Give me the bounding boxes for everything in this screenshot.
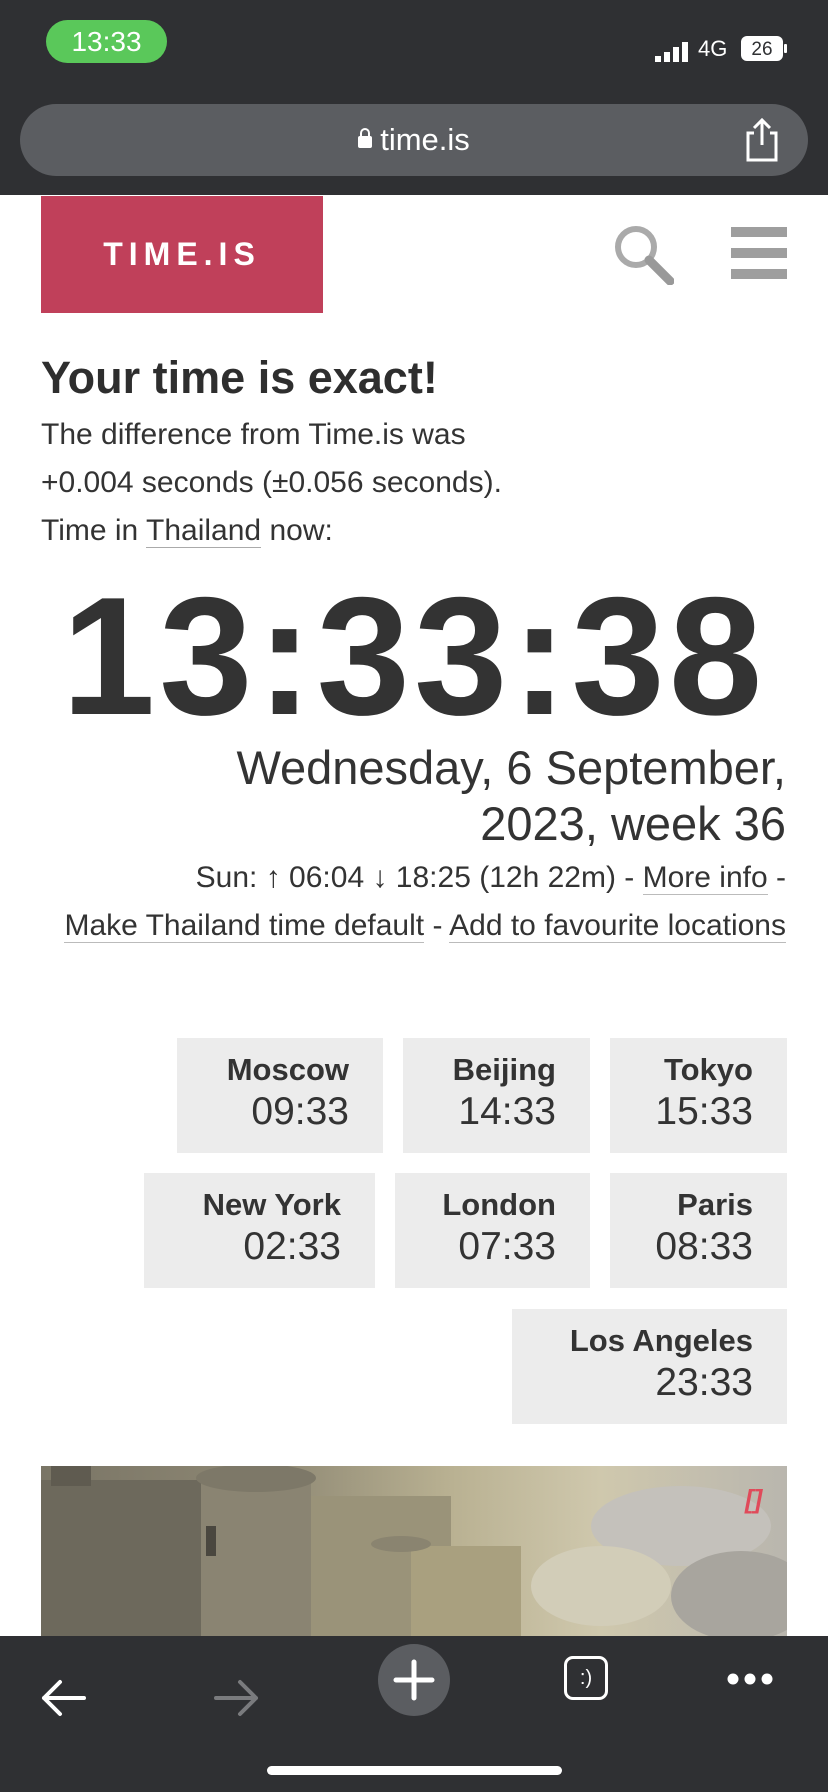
city-time: 14:33 xyxy=(458,1090,556,1133)
url-display[interactable]: time.is xyxy=(20,104,808,176)
more-options-icon[interactable] xyxy=(726,1672,774,1686)
separator: - xyxy=(767,861,786,894)
site-logo[interactable]: TIME.IS xyxy=(41,196,323,313)
share-icon[interactable] xyxy=(742,117,782,163)
sync-info: The difference from Time.is was +0.004 s… xyxy=(41,411,761,555)
diff-line-2: +0.004 seconds (±0.056 seconds). xyxy=(41,466,502,499)
forward-arrow-icon[interactable] xyxy=(214,1678,260,1718)
featured-painting[interactable] xyxy=(41,1466,787,1636)
add-favourite-link[interactable]: Add to favourite locations xyxy=(449,909,786,943)
separator: - xyxy=(424,909,450,942)
city-time: 07:33 xyxy=(458,1225,556,1268)
home-indicator xyxy=(267,1766,562,1775)
city-clock-london[interactable]: London 07:33 xyxy=(395,1173,590,1288)
image-info-badge[interactable]: [] xyxy=(745,1484,762,1515)
signal-icon xyxy=(655,42,688,62)
network-type: 4G xyxy=(698,36,728,61)
date-display: Wednesday, 6 September, 2023, week 36 xyxy=(46,740,786,852)
city-clock-tokyo[interactable]: Tokyo 15:33 xyxy=(610,1038,787,1153)
make-default-link[interactable]: Make Thailand time default xyxy=(64,909,425,943)
city-time: 23:33 xyxy=(655,1361,753,1404)
time-in-prefix: Time in xyxy=(41,514,147,547)
more-info-link[interactable]: More info xyxy=(642,861,768,895)
battery-level: 26 xyxy=(751,39,772,60)
city-clock-beijing[interactable]: Beijing 14:33 xyxy=(403,1038,590,1153)
city-clock-moscow[interactable]: Moscow 09:33 xyxy=(177,1038,383,1153)
new-tab-icon[interactable] xyxy=(378,1644,450,1716)
main-clock: 13:33:38 xyxy=(61,562,767,750)
city-time: 15:33 xyxy=(655,1090,753,1133)
logo-text: TIME.IS xyxy=(103,236,261,272)
diff-line-1: The difference from Time.is was xyxy=(41,418,466,451)
sun-info: Sun: ↑ 06:04 ↓ 18:25 (12h 22m) - More in… xyxy=(26,854,786,950)
time-in-suffix: now: xyxy=(261,514,333,547)
date-line-1: Wednesday, 6 September, xyxy=(236,741,786,794)
search-icon[interactable] xyxy=(612,223,674,285)
city-clock-new-york[interactable]: New York 02:33 xyxy=(144,1173,375,1288)
city-clock-paris[interactable]: Paris 08:33 xyxy=(610,1173,787,1288)
city-name: Moscow xyxy=(226,1052,349,1087)
tabs-icon[interactable]: :) xyxy=(564,1656,608,1700)
city-time: 08:33 xyxy=(655,1225,753,1268)
city-time: 02:33 xyxy=(243,1225,341,1268)
country-link[interactable]: Thailand xyxy=(146,514,262,548)
painting-illustration xyxy=(41,1466,787,1636)
time-in-line: Time in Thailand now: xyxy=(41,507,761,555)
city-name: Los Angeles xyxy=(569,1323,753,1358)
city-name: Paris xyxy=(677,1187,753,1222)
battery-icon: 26 xyxy=(741,36,787,61)
top-chrome: 13:33 4G 26 time.is xyxy=(0,0,828,195)
status-time: 13:33 xyxy=(46,20,167,63)
city-name: Beijing xyxy=(452,1052,556,1087)
city-time: 09:33 xyxy=(251,1090,349,1133)
address-bar[interactable]: time.is xyxy=(20,104,808,176)
city-name: Tokyo xyxy=(664,1052,753,1087)
city-clock-los-angeles[interactable]: Los Angeles 23:33 xyxy=(512,1309,787,1424)
date-line-2: 2023, week 36 xyxy=(480,797,786,850)
page-title: Your time is exact! xyxy=(41,352,438,403)
city-name: London xyxy=(442,1187,556,1222)
back-arrow-icon[interactable] xyxy=(40,1678,86,1718)
url-text: time.is xyxy=(380,122,470,157)
hamburger-menu-icon[interactable] xyxy=(731,227,787,279)
sun-times: Sun: ↑ 06:04 ↓ 18:25 (12h 22m) - xyxy=(195,861,643,894)
city-name: New York xyxy=(202,1187,341,1222)
lock-icon xyxy=(358,128,373,148)
